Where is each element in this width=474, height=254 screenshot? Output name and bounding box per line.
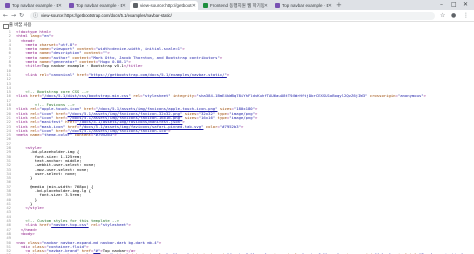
tab-4[interactable]: Frontend 동행지원 웹 학기동 - Y... ✕ [200, 1, 270, 10]
close-icon[interactable]: ✕ [122, 3, 126, 9]
tab-title: Top navbar example · Bootstrap [76, 3, 122, 8]
bootstrap-icon [69, 3, 74, 8]
site-icon [203, 3, 208, 8]
tab-title: Top navbar example · Bootstrap [12, 3, 58, 8]
close-icon[interactable]: ✕ [328, 3, 332, 9]
close-window-icon[interactable]: ✕ [463, 0, 468, 10]
tab-title: Frontend 동행지원 웹 학기동 - Y... [210, 2, 264, 8]
address-bar[interactable]: ⓘ view-source:https://getbootstrap.com/d… [30, 11, 435, 20]
browser-window: Top navbar example · Bootstrap ✕ Top nav… [0, 0, 474, 254]
url-text[interactable]: view-source:https://getbootstrap.com/doc… [41, 12, 172, 20]
close-icon[interactable]: ✕ [192, 3, 196, 9]
profile-icon[interactable]: ● [451, 11, 456, 20]
info-icon[interactable]: ⓘ [33, 12, 38, 20]
tab-title: Top navbar example · Bootstrap [282, 3, 328, 8]
maximize-icon[interactable]: □ [451, 0, 457, 10]
line-wrap-checkbox[interactable] [3, 23, 9, 29]
page-icon [133, 3, 138, 8]
line-wrap-bar: 줄 바꿈 사용 [0, 22, 474, 29]
bootstrap-icon [275, 3, 280, 8]
reload-icon[interactable]: ↻ [19, 11, 24, 20]
close-icon[interactable]: ✕ [264, 3, 268, 9]
new-tab-icon[interactable]: + [336, 1, 342, 9]
tab-5[interactable]: Top navbar example · Bootstrap ✕ [272, 1, 334, 10]
back-icon[interactable]: ← [3, 11, 8, 20]
tab-2[interactable]: Top navbar example · Bootstrap ✕ [66, 1, 128, 10]
tab-1[interactable]: Top navbar example · Bootstrap ✕ [2, 1, 64, 10]
line-wrap-label: 줄 바꿈 사용 [9, 23, 32, 28]
close-icon[interactable]: ✕ [58, 3, 62, 9]
toolbar: ← → ↻ ⓘ view-source:https://getbootstrap… [0, 10, 474, 22]
menu-icon[interactable]: ⋮ [463, 11, 469, 20]
minimize-icon[interactable]: – [440, 0, 443, 10]
bootstrap-icon [5, 3, 10, 8]
tab-title: view-source:http://getbootstrap.com/... [140, 3, 192, 8]
tab-3[interactable]: view-source:http://getbootstrap.com/... … [130, 1, 198, 10]
forward-icon[interactable]: → [11, 11, 16, 20]
star-icon[interactable]: ☆ [440, 11, 445, 20]
tab-strip: Top navbar example · Bootstrap ✕ Top nav… [0, 0, 474, 10]
source-code-view: 1 <!doctype html> 2 <html lang="en"> 3 <he… [6, 30, 466, 254]
